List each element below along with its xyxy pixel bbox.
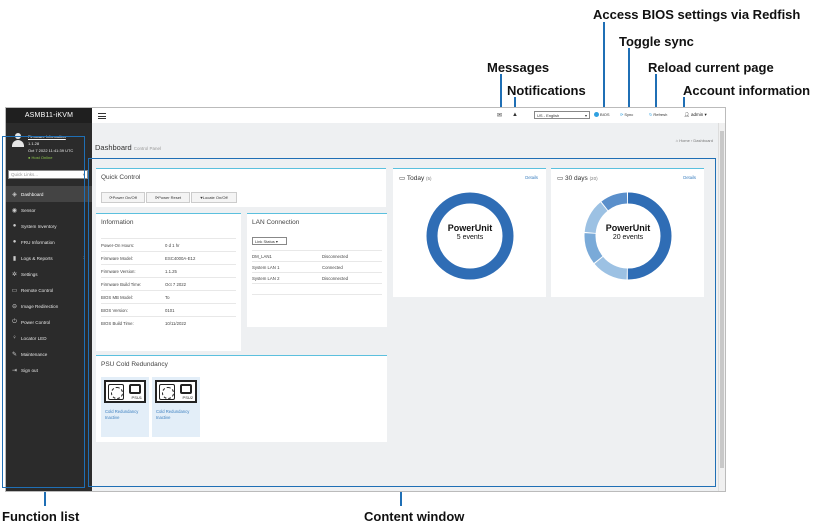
messages-icon[interactable]: ✉ xyxy=(497,112,502,119)
user-icon: 👤︎ xyxy=(684,112,690,117)
breadcrumb-home[interactable]: Home xyxy=(679,138,690,143)
callout-line-sync xyxy=(628,48,630,114)
page-title-text: Dashboard xyxy=(95,143,132,152)
callout-sync: Toggle sync xyxy=(619,34,694,49)
page-title: Dashboard Control Panel xyxy=(95,143,161,152)
callout-notifications: Notifications xyxy=(507,83,586,98)
scrollbar-thumb[interactable] xyxy=(720,131,724,468)
callout-account: Account information xyxy=(683,83,811,98)
chevron-down-icon: ▾ xyxy=(584,112,587,118)
scrollbar[interactable] xyxy=(718,123,725,491)
refresh-button[interactable]: ↻ Refresh xyxy=(649,112,667,117)
sync-button[interactable]: ⟳ Sync xyxy=(620,112,633,117)
callout-reload: Reload current page xyxy=(648,60,774,75)
brand-title: ASMB11-iKVM xyxy=(6,108,92,123)
language-value: US - English xyxy=(537,112,560,118)
bios-icon xyxy=(594,112,599,117)
language-select[interactable]: US - English ▾ xyxy=(534,111,590,119)
callout-function-list: Function list xyxy=(2,509,80,524)
callout-content-window: Content window xyxy=(364,509,465,524)
top-bar: ✉ ▲ US - English ▾ BIOS ⟳ Sync ↻ Refresh 👤… xyxy=(92,108,725,124)
bios-label: BIOS xyxy=(600,112,610,117)
sync-label: Sync xyxy=(624,112,634,117)
function-list-highlight xyxy=(2,136,85,488)
callout-line-bios xyxy=(603,22,605,114)
content-window-highlight xyxy=(88,158,716,487)
home-icon: ⌂ xyxy=(675,138,679,143)
account-label: admin xyxy=(690,112,704,117)
breadcrumb: ⌂ Home › Dashboard xyxy=(675,138,713,143)
sync-icon: ⟳ xyxy=(620,112,624,117)
breadcrumb-current: Dashboard xyxy=(693,138,713,143)
refresh-label: Refresh xyxy=(653,112,668,117)
account-menu[interactable]: 👤︎ admin ▾ xyxy=(684,112,707,118)
refresh-icon: ↻ xyxy=(649,112,653,117)
bios-button[interactable]: BIOS xyxy=(594,112,610,117)
notifications-icon[interactable]: ▲ xyxy=(512,112,518,118)
page-subtitle: Control Panel xyxy=(133,146,161,151)
menu-toggle-icon[interactable] xyxy=(98,113,106,119)
callout-bios: Access BIOS settings via Redfish xyxy=(593,7,801,22)
callout-messages: Messages xyxy=(487,60,550,75)
